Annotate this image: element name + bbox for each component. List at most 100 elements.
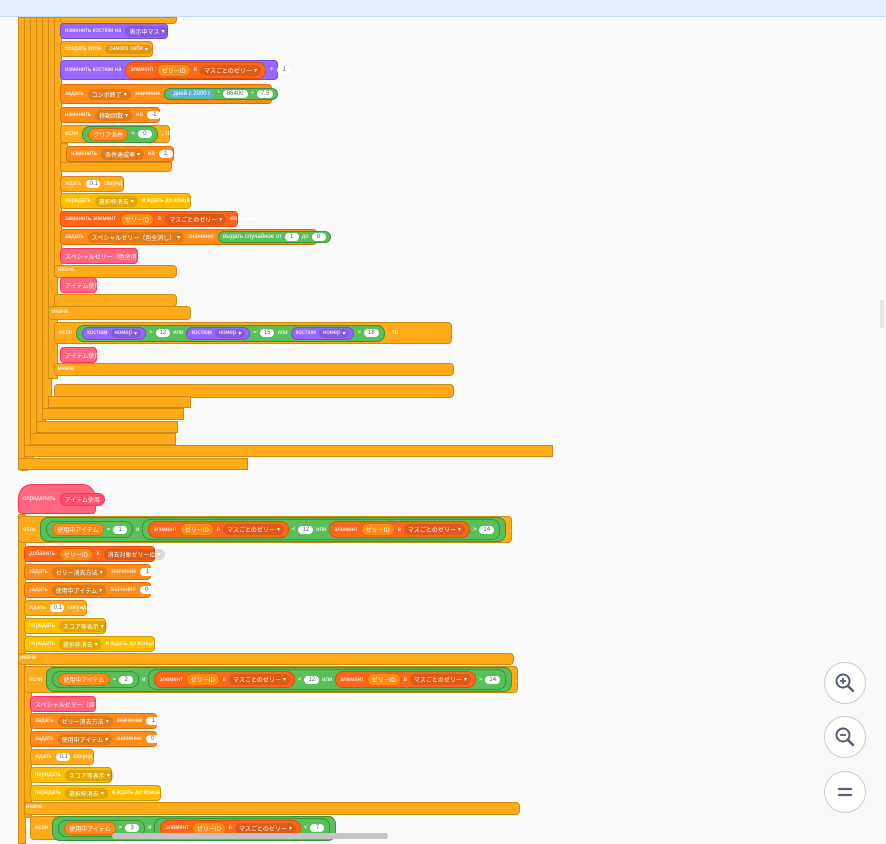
number-input[interactable]: 0 xyxy=(137,130,152,138)
or-reporter[interactable]: костюмномер > 12 или костюмномер = 15 ил… xyxy=(76,324,385,342)
custom-block-call[interactable]: スペシャルゼリー（色全消し） xyxy=(60,248,149,264)
costume-dropdown[interactable]: 表示中マス xyxy=(125,25,169,37)
or-reporter[interactable]: элементゼリーIDвマスごとのゼリー < 12 или элементゼリ… xyxy=(148,669,507,690)
number-input[interactable]: 15 xyxy=(259,329,275,337)
variable-dropdown[interactable]: ゼリー消去方法 xyxy=(51,566,107,578)
number-input[interactable]: 12 xyxy=(155,329,171,337)
costume-reporter[interactable]: костюм номер xyxy=(82,326,147,340)
broadcast-block[interactable]: передать スコア等表示 xyxy=(24,618,108,634)
variable-reporter[interactable]: 使用中アイテム xyxy=(52,523,104,536)
switch-costume-item-block[interactable]: изменить костюм на элемент ゼリーID в マスごとの… xyxy=(60,60,292,80)
variable-dropdown[interactable]: 使用中アイテム xyxy=(51,584,107,596)
variable-reporter[interactable]: 使用中アイテム xyxy=(58,673,110,686)
costume-reporter[interactable]: костюм номер xyxy=(186,326,251,340)
operator-reporter[interactable]: дней с 2000 г * 86400 + 7.5 xyxy=(164,88,279,100)
custom-block-call[interactable]: アイテム使用 xyxy=(60,347,100,363)
number-input[interactable]: -1 xyxy=(146,111,161,119)
zoom-out-button[interactable] xyxy=(824,716,866,758)
variable-reporter[interactable]: ゼリーID xyxy=(185,673,220,686)
set-variable-block[interactable]: задать 使用中アイテム значение 0 xyxy=(30,731,160,747)
number-input[interactable]: 7.5 xyxy=(257,90,274,98)
number-input[interactable]: 12 xyxy=(304,675,320,684)
wait-block[interactable]: ждать 0.1 секунд xyxy=(24,600,87,616)
broadcast-wait-block[interactable]: передать 選択枠消去 и ждать до конца xyxy=(60,193,191,209)
message-dropdown[interactable]: スコア等表示 xyxy=(58,620,108,632)
random-reporter[interactable]: выдать случайное от 1 до 8 xyxy=(218,231,331,243)
variable-reporter[interactable]: ゼリーID xyxy=(156,63,191,77)
message-dropdown[interactable]: 選択枠消去 xyxy=(58,638,102,650)
broadcast-wait-block[interactable]: передать 選択枠消去 и ждать до конца xyxy=(24,636,155,652)
number-input[interactable]: 0.1 xyxy=(85,180,100,188)
clone-target-dropdown[interactable]: самого себя xyxy=(105,44,152,54)
horizontal-scrollbar[interactable] xyxy=(112,833,388,839)
number-input[interactable]: 1 xyxy=(146,717,161,725)
variable-dropdown[interactable]: スペシャルゼリー（色全消し） xyxy=(87,231,185,243)
number-input[interactable]: 12 xyxy=(298,525,314,534)
message-dropdown[interactable]: 選択枠消去 xyxy=(64,787,108,799)
if-else-block[interactable]: если 使用中アイテム = 2 и элемент ゼリーID в マスごとのゼリー… xyxy=(24,666,525,693)
if-block[interactable]: если クリア条件 = 0 , то xyxy=(60,125,171,143)
number-input[interactable]: 1 xyxy=(277,66,292,74)
item-of-list-reporter[interactable]: элемент ゼリーID в マスごとのゼリー xyxy=(148,521,289,538)
set-variable-block[interactable]: задать ゼリー消去方法 значение 1 xyxy=(24,564,155,580)
equals-reporter[interactable]: 使用中アイテム = 2 xyxy=(52,671,140,688)
number-input[interactable]: 86400 xyxy=(222,90,248,98)
create-clone-block[interactable]: создать клон самого себя xyxy=(60,41,153,57)
list-dropdown[interactable]: マスごとのゼリー xyxy=(409,674,471,685)
zoom-in-button[interactable] xyxy=(824,662,866,704)
if-block[interactable]: если костюмномер > 12 или костюмномер = … xyxy=(54,322,452,344)
custom-block-prototype[interactable]: アイテム使用 xyxy=(59,492,105,506)
define-hat-block[interactable]: определить アイテム使用 xyxy=(18,484,105,514)
item-of-list-reporter[interactable]: элемент ゼリーID в マスごとのゼリー xyxy=(329,521,470,538)
and-reporter[interactable]: 使用中アイテム = 2 и элементゼリーIDвマスごとのゼリー < 12… xyxy=(46,667,513,692)
number-input[interactable]: 0.1 xyxy=(55,753,70,761)
number-input[interactable]: 14 xyxy=(485,675,501,684)
list-dropdown[interactable]: マスごとのゼリー xyxy=(403,524,465,535)
number-input[interactable]: 1 xyxy=(140,568,155,576)
add-to-list-block[interactable]: добавить ゼリーID к 消去対象ゼリーID xyxy=(24,546,165,562)
variable-reporter[interactable]: ゼリーID xyxy=(360,523,395,536)
costume-reporter[interactable]: костюм номер xyxy=(290,326,355,340)
change-variable-block[interactable]: изменить 移動回数 на -1 xyxy=(60,107,161,123)
text-input[interactable] xyxy=(240,218,259,220)
list-dropdown[interactable]: マスごとのゼリー xyxy=(234,822,296,834)
number-input[interactable]: 1 xyxy=(113,525,128,534)
set-variable-block[interactable]: задать 使用中アイテム значение 0 xyxy=(24,582,154,598)
variable-dropdown[interactable]: ゼリー消去方法 xyxy=(57,715,113,727)
broadcast-block[interactable]: передать スコア等表示 xyxy=(30,767,114,783)
variable-reporter[interactable]: ゼリーID xyxy=(366,673,401,686)
variable-reporter[interactable]: ゼリーID xyxy=(58,547,93,561)
reset-zoom-button[interactable] xyxy=(824,771,866,813)
variable-dropdown[interactable]: 移動回数 xyxy=(95,109,133,121)
variable-reporter[interactable]: ゼリーID xyxy=(179,523,214,536)
number-input[interactable]: 0 xyxy=(139,586,154,594)
switch-costume-block[interactable]: изменить костюм на 表示中マス xyxy=(60,23,169,39)
set-variable-block[interactable]: задать コンボ終了 значение дней с 2000 г * 86… xyxy=(60,84,279,104)
set-variable-block[interactable]: задать ゼリー消去方法 значение 1 xyxy=(30,713,161,729)
variable-reporter[interactable]: 使用中アイテム xyxy=(64,821,116,835)
number-input[interactable]: 0.1 xyxy=(49,604,64,612)
custom-block-call[interactable]: スペシャルゼリー（周り） xyxy=(30,696,107,712)
number-input[interactable]: 1 xyxy=(284,233,299,241)
if-else-block[interactable]: если 使用中アイテム = 1 и элемент ゼリーID в マスごとのゼリー… xyxy=(18,516,519,543)
costume-dropdown[interactable]: номер xyxy=(214,328,246,338)
number-input[interactable]: 14 xyxy=(479,525,495,534)
set-variable-block[interactable]: задать スペシャルゼリー（色全消し） значение выдать сл… xyxy=(60,229,331,245)
variable-dropdown[interactable]: 使用中アイテム xyxy=(57,733,113,745)
number-input[interactable]: 7 xyxy=(310,824,325,832)
number-input[interactable]: 2 xyxy=(119,675,134,684)
costume-dropdown[interactable]: номер xyxy=(319,328,350,338)
costume-dropdown[interactable]: номер xyxy=(110,328,142,338)
list-dropdown[interactable]: マスごとのゼリー xyxy=(222,524,284,535)
number-input[interactable]: 3 xyxy=(125,824,140,832)
and-reporter[interactable]: 使用中アイテム = 1 и элементゼリーIDвマスごとのゼリー < 12… xyxy=(40,517,507,542)
variable-reporter[interactable]: ゼリーID xyxy=(120,212,155,226)
number-input[interactable]: 8 xyxy=(311,233,326,241)
wait-block[interactable]: ждать 0.1 секунд xyxy=(60,176,124,192)
wait-block[interactable]: ждать 0.1 секунд xyxy=(30,749,94,765)
variable-dropdown[interactable]: 条件達成率 xyxy=(101,148,145,160)
equals-reporter[interactable]: 使用中アイテム = 1 xyxy=(46,521,134,538)
custom-block-call[interactable]: アイテム使用 xyxy=(60,277,100,293)
message-dropdown[interactable]: スコア等表示 xyxy=(64,769,114,781)
list-dropdown[interactable]: マスごとのゼリー xyxy=(199,64,261,76)
